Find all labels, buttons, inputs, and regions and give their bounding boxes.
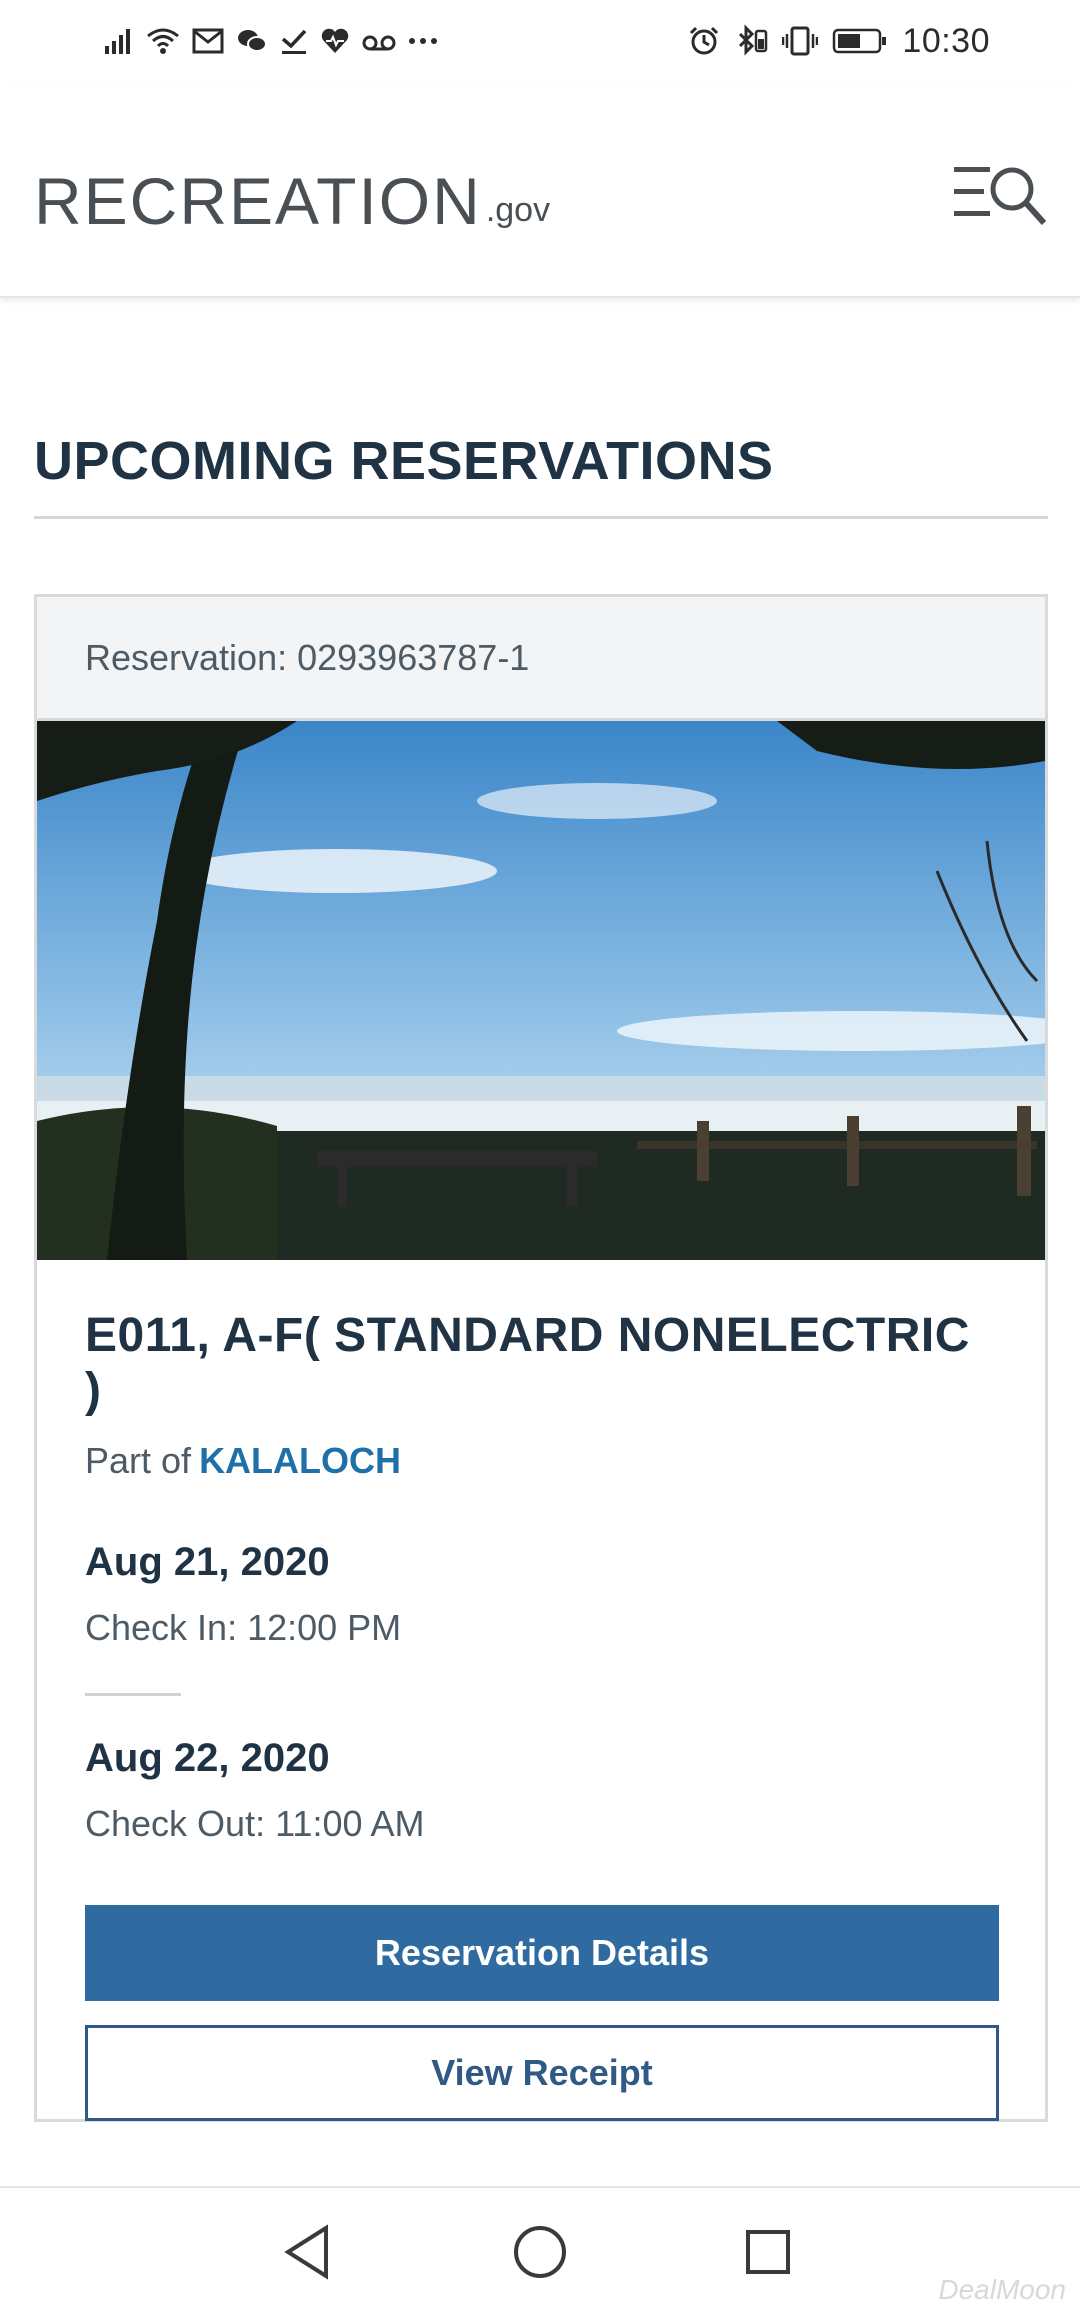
status-right-icons: 10:30 bbox=[688, 18, 990, 64]
reservation-details-button[interactable]: Reservation Details bbox=[85, 1905, 999, 2001]
part-of-prefix: Part of bbox=[85, 1440, 192, 1481]
check-in-time: Check In: 12:00 PM bbox=[85, 1607, 402, 1648]
signal-icon bbox=[104, 21, 134, 61]
nav-back-button[interactable] bbox=[268, 2212, 348, 2292]
check-out-time: Check Out: 11:00 AM bbox=[85, 1803, 425, 1844]
nav-home-button[interactable] bbox=[500, 2212, 580, 2292]
status-left-icons bbox=[104, 18, 438, 64]
recreation-gov-logo[interactable]: RECREATION .gov bbox=[34, 154, 550, 234]
reservation-number: Reservation: 0293963787-1 bbox=[85, 636, 530, 678]
section-title: UPCOMING RESERVATIONS bbox=[34, 431, 774, 491]
wifi-icon bbox=[146, 21, 180, 61]
logo-text: RECREATION bbox=[34, 164, 482, 238]
chat-icon bbox=[236, 21, 268, 61]
heart-icon bbox=[320, 21, 350, 61]
status-time: 10:30 bbox=[902, 21, 990, 60]
view-receipt-button[interactable]: View Receipt bbox=[85, 2025, 999, 2121]
site-name: E011, A-F( STANDARD NONELECTRIC ) bbox=[85, 1309, 970, 1417]
menu-search-icon bbox=[954, 167, 1047, 226]
check-in-date: Aug 21, 2020 bbox=[85, 1540, 330, 1584]
reservation-card: Reservation: 0293963787-1 E011, A-F(STA… bbox=[34, 594, 1048, 2122]
check-out-date: Aug 22, 2020 bbox=[85, 1736, 330, 1780]
check-icon bbox=[280, 21, 308, 61]
logo-suffix: .gov bbox=[485, 191, 551, 229]
mail-icon bbox=[192, 21, 224, 61]
status-bar: 10:30 bbox=[0, 0, 1080, 82]
voicemail-icon bbox=[362, 21, 396, 61]
recents-square-icon bbox=[746, 2230, 790, 2274]
section-divider bbox=[34, 516, 1048, 519]
alarm-icon bbox=[688, 21, 720, 61]
nav-recents-button[interactable] bbox=[728, 2212, 808, 2292]
bluetooth-icon bbox=[734, 21, 768, 61]
menu-search-button[interactable] bbox=[952, 152, 1048, 236]
campsite-photo bbox=[37, 721, 1045, 1260]
more-icon bbox=[408, 21, 438, 61]
reservation-card-header: Reservation: 0293963787-1 bbox=[37, 597, 1045, 721]
watermark: DealMoon bbox=[938, 2274, 1066, 2305]
site-header: RECREATION .gov bbox=[0, 82, 1080, 298]
reservation-card-body: E011, A-F( STANDARD NONELECTRIC ) Part o… bbox=[37, 1260, 1045, 2121]
home-circle-icon bbox=[514, 2226, 566, 2278]
back-triangle-icon bbox=[284, 2224, 328, 2280]
system-nav-bar: DealMoon bbox=[0, 2186, 1080, 2312]
campground-link[interactable]: KALALOCH bbox=[199, 1440, 401, 1481]
part-of-line: Part of KALALOCH bbox=[85, 1440, 997, 1482]
vibrate-icon bbox=[782, 21, 819, 61]
battery-icon bbox=[832, 21, 888, 61]
date-divider bbox=[85, 1693, 181, 1696]
